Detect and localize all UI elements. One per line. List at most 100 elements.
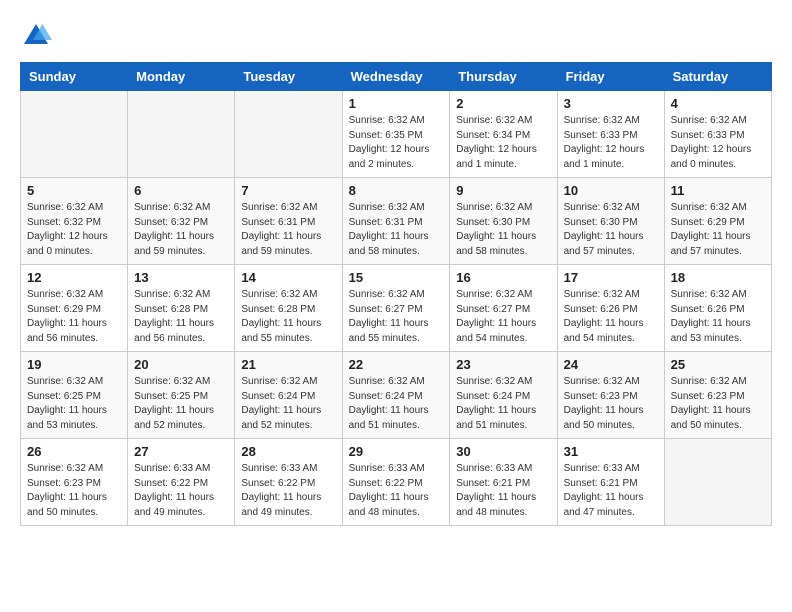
day-info: Sunrise: 6:32 AM Sunset: 6:29 PM Dayligh… [27, 288, 121, 346]
day-number: 13 [134, 270, 228, 285]
calendar-cell: 14 Sunrise: 6:32 AM Sunset: 6:28 PM Dayli… [235, 265, 342, 352]
day-number: 21 [241, 357, 335, 372]
calendar-table: SundayMondayTuesdayWednesdayThursdayFrid… [20, 62, 772, 526]
calendar-cell: 20 Sunrise: 6:32 AM Sunset: 6:25 PM Dayli… [128, 352, 235, 439]
day-number: 1 [349, 96, 444, 111]
day-number: 15 [349, 270, 444, 285]
calendar-cell: 17Sunrise: 6:32 AM Sunset: 6:26 PM Dayli… [557, 265, 664, 352]
day-info: Sunrise: 6:32 AM Sunset: 6:24 PM Dayligh… [456, 375, 550, 433]
day-number: 31 [564, 444, 658, 459]
day-number: 24 [564, 357, 658, 372]
day-number: 18 [671, 270, 765, 285]
calendar-cell [128, 91, 235, 178]
day-info: Sunrise: 6:32 AM Sunset: 6:23 PM Dayligh… [27, 462, 121, 520]
day-info: Sunrise: 6:32 AM Sunset: 6:32 PM Dayligh… [134, 201, 228, 259]
day-number: 22 [349, 357, 444, 372]
day-number: 25 [671, 357, 765, 372]
day-info: Sunrise: 6:33 AM Sunset: 6:21 PM Dayligh… [456, 462, 550, 520]
calendar-cell: 12Sunrise: 6:32 AM Sunset: 6:29 PM Dayli… [21, 265, 128, 352]
calendar-cell: 25 Sunrise: 6:32 AM Sunset: 6:23 PM Dayli… [664, 352, 771, 439]
day-info: Sunrise: 6:32 AM Sunset: 6:33 PM Dayligh… [671, 114, 765, 172]
calendar-cell: 16 Sunrise: 6:32 AM Sunset: 6:27 PM Dayli… [450, 265, 557, 352]
calendar-cell: 13 Sunrise: 6:32 AM Sunset: 6:28 PM Dayli… [128, 265, 235, 352]
calendar-cell [664, 439, 771, 526]
day-number: 29 [349, 444, 444, 459]
day-info: Sunrise: 6:32 AM Sunset: 6:23 PM Dayligh… [564, 375, 658, 433]
day-info: Sunrise: 6:32 AM Sunset: 6:33 PM Dayligh… [564, 114, 658, 172]
calendar-cell: 26 Sunrise: 6:32 AM Sunset: 6:23 PM Dayli… [21, 439, 128, 526]
calendar-week-row: 1 Sunrise: 6:32 AM Sunset: 6:35 PM Daylig… [21, 91, 772, 178]
day-number: 20 [134, 357, 228, 372]
day-number: 9 [456, 183, 550, 198]
day-info: Sunrise: 6:32 AM Sunset: 6:24 PM Dayligh… [241, 375, 335, 433]
calendar-cell: 29 Sunrise: 6:33 AM Sunset: 6:22 PM Dayli… [342, 439, 450, 526]
day-number: 4 [671, 96, 765, 111]
day-info: Sunrise: 6:32 AM Sunset: 6:34 PM Dayligh… [456, 114, 550, 172]
day-info: Sunrise: 6:32 AM Sunset: 6:28 PM Dayligh… [134, 288, 228, 346]
day-info: Sunrise: 6:32 AM Sunset: 6:25 PM Dayligh… [27, 375, 121, 433]
day-info: Sunrise: 6:32 AM Sunset: 6:35 PM Dayligh… [349, 114, 444, 172]
day-number: 6 [134, 183, 228, 198]
calendar-cell: 19Sunrise: 6:32 AM Sunset: 6:25 PM Dayli… [21, 352, 128, 439]
day-info: Sunrise: 6:32 AM Sunset: 6:25 PM Dayligh… [134, 375, 228, 433]
weekday-header-row: SundayMondayTuesdayWednesdayThursdayFrid… [21, 63, 772, 91]
day-info: Sunrise: 6:32 AM Sunset: 6:24 PM Dayligh… [349, 375, 444, 433]
calendar-cell: 23 Sunrise: 6:32 AM Sunset: 6:24 PM Dayli… [450, 352, 557, 439]
weekday-header-wednesday: Wednesday [342, 63, 450, 91]
calendar-cell: 4 Sunrise: 6:32 AM Sunset: 6:33 PM Daylig… [664, 91, 771, 178]
day-info: Sunrise: 6:33 AM Sunset: 6:22 PM Dayligh… [349, 462, 444, 520]
calendar-cell: 30 Sunrise: 6:33 AM Sunset: 6:21 PM Dayli… [450, 439, 557, 526]
weekday-header-thursday: Thursday [450, 63, 557, 91]
day-info: Sunrise: 6:32 AM Sunset: 6:30 PM Dayligh… [456, 201, 550, 259]
day-info: Sunrise: 6:32 AM Sunset: 6:31 PM Dayligh… [241, 201, 335, 259]
day-number: 30 [456, 444, 550, 459]
calendar-cell: 22 Sunrise: 6:32 AM Sunset: 6:24 PM Dayli… [342, 352, 450, 439]
calendar-cell: 15 Sunrise: 6:32 AM Sunset: 6:27 PM Dayli… [342, 265, 450, 352]
day-number: 7 [241, 183, 335, 198]
day-info: Sunrise: 6:32 AM Sunset: 6:29 PM Dayligh… [671, 201, 765, 259]
weekday-header-monday: Monday [128, 63, 235, 91]
calendar-cell: 11 Sunrise: 6:32 AM Sunset: 6:29 PM Dayli… [664, 178, 771, 265]
calendar-cell: 8Sunrise: 6:32 AM Sunset: 6:31 PM Daylig… [342, 178, 450, 265]
day-number: 23 [456, 357, 550, 372]
day-info: Sunrise: 6:32 AM Sunset: 6:27 PM Dayligh… [349, 288, 444, 346]
calendar-cell: 27 Sunrise: 6:33 AM Sunset: 6:22 PM Dayli… [128, 439, 235, 526]
day-number: 26 [27, 444, 121, 459]
day-number: 27 [134, 444, 228, 459]
calendar-week-row: 12Sunrise: 6:32 AM Sunset: 6:29 PM Dayli… [21, 265, 772, 352]
weekday-header-saturday: Saturday [664, 63, 771, 91]
day-info: Sunrise: 6:32 AM Sunset: 6:26 PM Dayligh… [671, 288, 765, 346]
calendar-cell: 3Sunrise: 6:32 AM Sunset: 6:33 PM Daylig… [557, 91, 664, 178]
day-number: 11 [671, 183, 765, 198]
day-number: 2 [456, 96, 550, 111]
calendar-cell [21, 91, 128, 178]
calendar-cell: 6 Sunrise: 6:32 AM Sunset: 6:32 PM Daylig… [128, 178, 235, 265]
calendar-cell: 1 Sunrise: 6:32 AM Sunset: 6:35 PM Daylig… [342, 91, 450, 178]
day-info: Sunrise: 6:32 AM Sunset: 6:28 PM Dayligh… [241, 288, 335, 346]
day-info: Sunrise: 6:32 AM Sunset: 6:23 PM Dayligh… [671, 375, 765, 433]
day-number: 28 [241, 444, 335, 459]
calendar-cell: 31 Sunrise: 6:33 AM Sunset: 6:21 PM Dayli… [557, 439, 664, 526]
day-number: 5 [27, 183, 121, 198]
day-info: Sunrise: 6:32 AM Sunset: 6:27 PM Dayligh… [456, 288, 550, 346]
day-number: 16 [456, 270, 550, 285]
calendar-week-row: 19Sunrise: 6:32 AM Sunset: 6:25 PM Dayli… [21, 352, 772, 439]
calendar-cell: 9 Sunrise: 6:32 AM Sunset: 6:30 PM Daylig… [450, 178, 557, 265]
day-info: Sunrise: 6:33 AM Sunset: 6:21 PM Dayligh… [564, 462, 658, 520]
calendar-cell [235, 91, 342, 178]
calendar-cell: 21 Sunrise: 6:32 AM Sunset: 6:24 PM Dayli… [235, 352, 342, 439]
day-number: 10 [564, 183, 658, 198]
day-info: Sunrise: 6:32 AM Sunset: 6:32 PM Dayligh… [27, 201, 121, 259]
page-header [20, 20, 772, 52]
calendar-cell: 10Sunrise: 6:32 AM Sunset: 6:30 PM Dayli… [557, 178, 664, 265]
day-info: Sunrise: 6:33 AM Sunset: 6:22 PM Dayligh… [134, 462, 228, 520]
weekday-header-tuesday: Tuesday [235, 63, 342, 91]
day-number: 8 [349, 183, 444, 198]
day-number: 14 [241, 270, 335, 285]
logo [20, 20, 56, 52]
calendar-cell: 7 Sunrise: 6:32 AM Sunset: 6:31 PM Daylig… [235, 178, 342, 265]
calendar-cell: 24 Sunrise: 6:32 AM Sunset: 6:23 PM Dayli… [557, 352, 664, 439]
calendar-week-row: 5 Sunrise: 6:32 AM Sunset: 6:32 PM Daylig… [21, 178, 772, 265]
day-info: Sunrise: 6:33 AM Sunset: 6:22 PM Dayligh… [241, 462, 335, 520]
day-info: Sunrise: 6:32 AM Sunset: 6:26 PM Dayligh… [564, 288, 658, 346]
